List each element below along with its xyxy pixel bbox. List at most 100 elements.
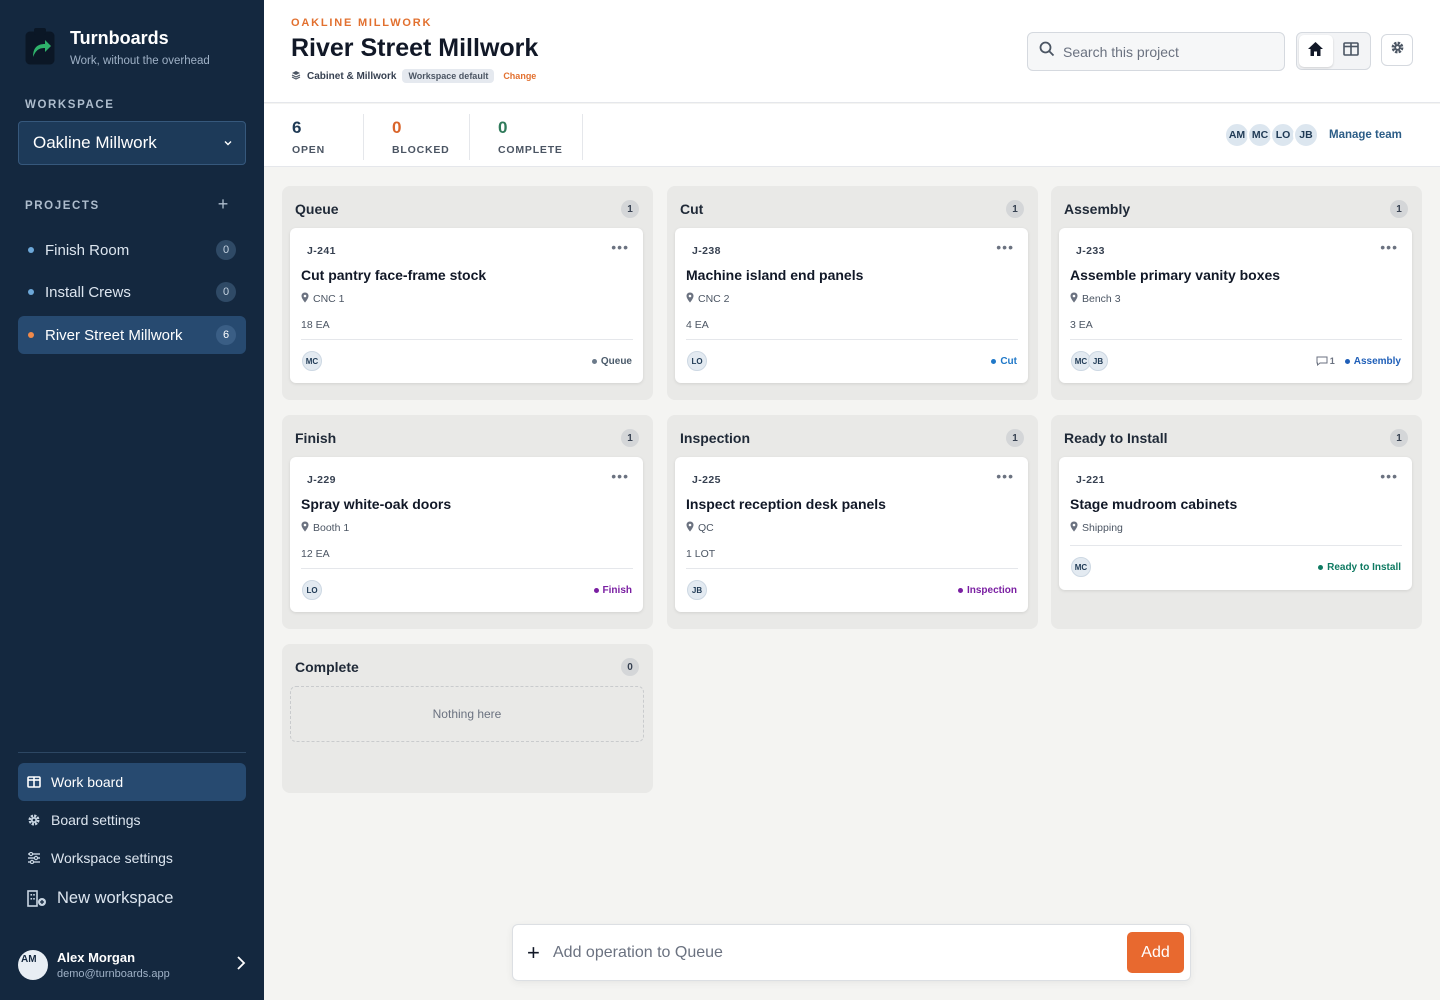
- status-dot: [1344, 358, 1350, 364]
- sidebar-item-river-street-millwork[interactable]: River Street Millwork 6: [18, 316, 246, 354]
- more-icon[interactable]: •••: [611, 469, 629, 483]
- card-location-text: Booth 1: [313, 522, 350, 534]
- card-title: Spray white-oak doors: [301, 496, 452, 512]
- card-location: QC: [686, 521, 714, 535]
- work-card[interactable]: J-221 ••• Stage mudroom cabinets Shippin…: [1059, 457, 1412, 590]
- status-badge: Cut: [991, 356, 1017, 367]
- card-location-text: Bench 3: [1082, 293, 1121, 305]
- new-workspace-button[interactable]: New workspace: [18, 879, 246, 917]
- sidebar-item-finish-room[interactable]: Finish Room 0: [18, 231, 246, 269]
- more-icon[interactable]: •••: [1380, 240, 1398, 254]
- avatar: LO: [687, 351, 707, 371]
- team-avatars: AM MC LO JB Manage team: [1224, 122, 1402, 148]
- user-menu[interactable]: AM Alex Morgan demo@turnboards.app: [18, 945, 252, 985]
- more-icon[interactable]: •••: [611, 240, 629, 254]
- nav-work-board[interactable]: Work board: [18, 763, 246, 801]
- status-dot: [991, 358, 997, 364]
- more-icon[interactable]: •••: [996, 240, 1014, 254]
- brand-tagline: Work, without the overhead: [70, 55, 210, 67]
- search-box[interactable]: [1027, 32, 1285, 71]
- card-footer: LO Cut: [687, 351, 1017, 371]
- card-divider: [686, 568, 1018, 569]
- column-title: Finish: [295, 430, 337, 446]
- column-count: 0: [621, 658, 639, 676]
- more-icon[interactable]: •••: [1380, 469, 1398, 483]
- turnboards-logo-icon: [24, 26, 56, 66]
- status-text: Assembly: [1353, 355, 1401, 367]
- add-project-button[interactable]: +: [216, 195, 230, 213]
- column-count: 1: [1390, 200, 1408, 218]
- project-dot: [28, 247, 34, 253]
- work-card[interactable]: J-229 ••• Spray white-oak doors Booth 1 …: [290, 457, 643, 612]
- status-text: Queue: [600, 355, 632, 367]
- stat-label: BLOCKED: [392, 144, 450, 156]
- card-id: J-238: [692, 245, 721, 257]
- manage-team-link[interactable]: Manage team: [1329, 129, 1402, 141]
- card-divider: [301, 339, 633, 340]
- workspace-select[interactable]: Oakline Millwork: [18, 121, 246, 165]
- home-view-button[interactable]: [1299, 35, 1333, 67]
- avatar: LO: [302, 580, 322, 600]
- column-count: 1: [1006, 429, 1024, 447]
- nav-board-settings[interactable]: Board settings: [18, 801, 246, 839]
- view-toggle: [1296, 32, 1371, 70]
- project-count: 6: [216, 325, 236, 345]
- work-card[interactable]: J-225 ••• Inspect reception desk panels …: [675, 457, 1028, 612]
- nav-label: Workspace settings: [51, 850, 173, 866]
- status-badge: Queue: [591, 355, 632, 367]
- column-cut: Cut 1 J-238 ••• Machine island end panel…: [667, 186, 1038, 400]
- stat-label: OPEN: [292, 144, 325, 156]
- board-view-button[interactable]: [1335, 35, 1369, 67]
- avatar[interactable]: JB: [1293, 122, 1319, 148]
- pin-icon: [1070, 292, 1078, 306]
- work-card[interactable]: J-238 ••• Machine island end panels CNC …: [675, 228, 1028, 383]
- card-id: J-229: [307, 474, 336, 486]
- column-finish: Finish 1 J-229 ••• Spray white-oak doors…: [282, 415, 653, 629]
- card-location-text: QC: [698, 522, 714, 534]
- column-count: 1: [621, 429, 639, 447]
- add-operation-input[interactable]: [553, 943, 1113, 962]
- more-icon[interactable]: •••: [996, 469, 1014, 483]
- stat-open: 6 OPEN: [292, 118, 325, 156]
- card-id: J-233: [1076, 245, 1105, 257]
- stat-value: 0: [392, 118, 402, 137]
- pin-icon: [686, 521, 694, 535]
- columns-icon: [1343, 41, 1360, 61]
- card-footer: MC Ready to Install: [1071, 557, 1401, 577]
- avatar: MC: [1071, 557, 1091, 577]
- card-location-text: CNC 2: [698, 293, 730, 305]
- column-title: Ready to Install: [1064, 430, 1168, 446]
- column-title: Assembly: [1064, 201, 1131, 217]
- sidebar-item-install-crews[interactable]: Install Crews 0: [18, 273, 246, 311]
- add-operation-bar: + Add: [512, 924, 1191, 981]
- status-dot: [593, 587, 599, 593]
- status-text: Finish: [602, 584, 632, 596]
- column-inspection: Inspection 1 J-225 ••• Inspect reception…: [667, 415, 1038, 629]
- home-icon: [1307, 41, 1324, 62]
- card-location-text: CNC 1: [313, 293, 345, 305]
- user-name: Alex Morgan: [57, 950, 136, 965]
- page-title: River Street Millwork: [291, 34, 539, 62]
- change-category-link[interactable]: Change: [503, 71, 536, 81]
- card-quantity: 4 EA: [686, 319, 709, 331]
- project-category: Cabinet & Millwork: [307, 70, 397, 82]
- card-location: CNC 2: [686, 292, 730, 306]
- work-card[interactable]: J-241 ••• Cut pantry face-frame stock CN…: [290, 228, 643, 383]
- stat-value: 6: [292, 118, 302, 137]
- card-location-text: Shipping: [1082, 522, 1123, 534]
- add-button[interactable]: Add: [1127, 932, 1184, 973]
- search-input[interactable]: [1063, 43, 1263, 60]
- project-meta: Cabinet & Millwork Workspace default Cha…: [291, 69, 536, 83]
- work-card[interactable]: J-233 ••• Assemble primary vanity boxes …: [1059, 228, 1412, 383]
- comment-count: 1: [1329, 356, 1335, 366]
- brand[interactable]: Turnboards Work, without the overhead: [24, 26, 210, 67]
- nav-workspace-settings[interactable]: Workspace settings: [18, 839, 246, 877]
- project-settings-button[interactable]: [1381, 34, 1413, 66]
- avatar: MC: [302, 351, 322, 371]
- column-title: Inspection: [680, 430, 751, 446]
- card-title: Assemble primary vanity boxes: [1070, 267, 1281, 283]
- stat-divider: [469, 114, 470, 160]
- status-text: Cut: [1000, 355, 1017, 367]
- pin-icon: [301, 521, 309, 535]
- status-badge: Inspection: [957, 585, 1017, 596]
